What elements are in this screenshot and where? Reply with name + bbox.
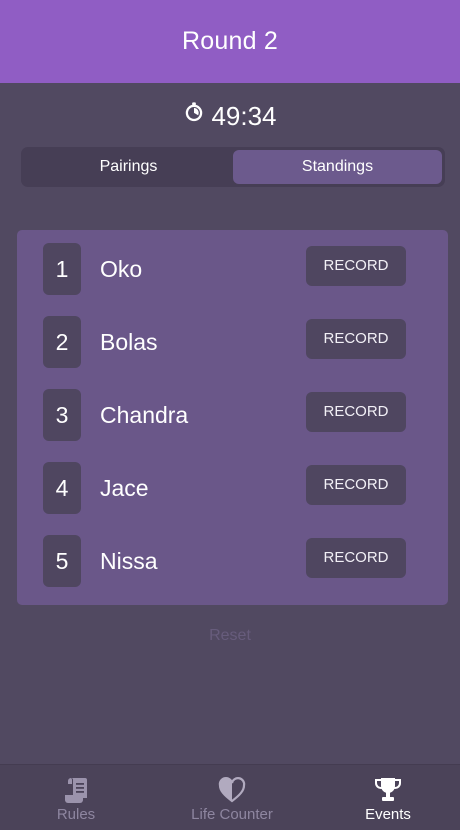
player-name: Bolas (100, 328, 158, 355)
stopwatch-icon (186, 102, 203, 122)
rank-badge: 4 (43, 462, 81, 514)
standings-row: 4 Jace RECORD (43, 462, 413, 514)
rank-badge: 5 (43, 535, 81, 587)
nav-life-counter[interactable]: Life Counter (157, 765, 307, 830)
record-button[interactable]: RECORD (306, 319, 406, 359)
scroll-icon (65, 778, 87, 803)
standings-row: 2 Bolas RECORD (43, 316, 413, 368)
player-name: Nissa (100, 547, 158, 574)
tab-pairings[interactable]: Pairings (24, 150, 233, 184)
reset-button[interactable]: Reset (0, 624, 460, 648)
heart-icon (218, 777, 246, 803)
standings-list: 1 Oko RECORD 2 Bolas RECORD 3 Chandra RE… (17, 230, 448, 605)
tab-standings[interactable]: Standings (233, 150, 442, 184)
standings-row: 5 Nissa RECORD (43, 535, 413, 587)
nav-rules[interactable]: Rules (1, 765, 151, 830)
nav-label: Events (365, 806, 411, 823)
trophy-icon (374, 778, 402, 801)
record-button[interactable]: RECORD (306, 538, 406, 578)
player-name: Oko (100, 255, 143, 282)
bottom-navigation: Rules Life Counter Events (0, 764, 460, 830)
rank-badge: 1 (43, 243, 81, 295)
page-title: Round 2 (182, 27, 278, 55)
rank-badge: 3 (43, 389, 81, 441)
nav-events[interactable]: Events (313, 765, 460, 830)
standings-row: 3 Chandra RECORD (43, 389, 413, 441)
record-button[interactable]: RECORD (306, 246, 406, 286)
player-name: Jace (100, 474, 149, 501)
record-button[interactable]: RECORD (306, 392, 406, 432)
standings-row: 1 Oko RECORD (43, 243, 413, 295)
record-button[interactable]: RECORD (306, 465, 406, 505)
rank-badge: 2 (43, 316, 81, 368)
timer-value: 49:34 (211, 100, 277, 131)
app-header: Round 2 (0, 0, 460, 83)
player-name: Chandra (100, 401, 189, 428)
nav-label: Life Counter (191, 806, 273, 823)
nav-label: Rules (56, 806, 96, 823)
view-toggle: Pairings Standings (21, 147, 445, 187)
round-timer: 49:34 (0, 98, 460, 134)
